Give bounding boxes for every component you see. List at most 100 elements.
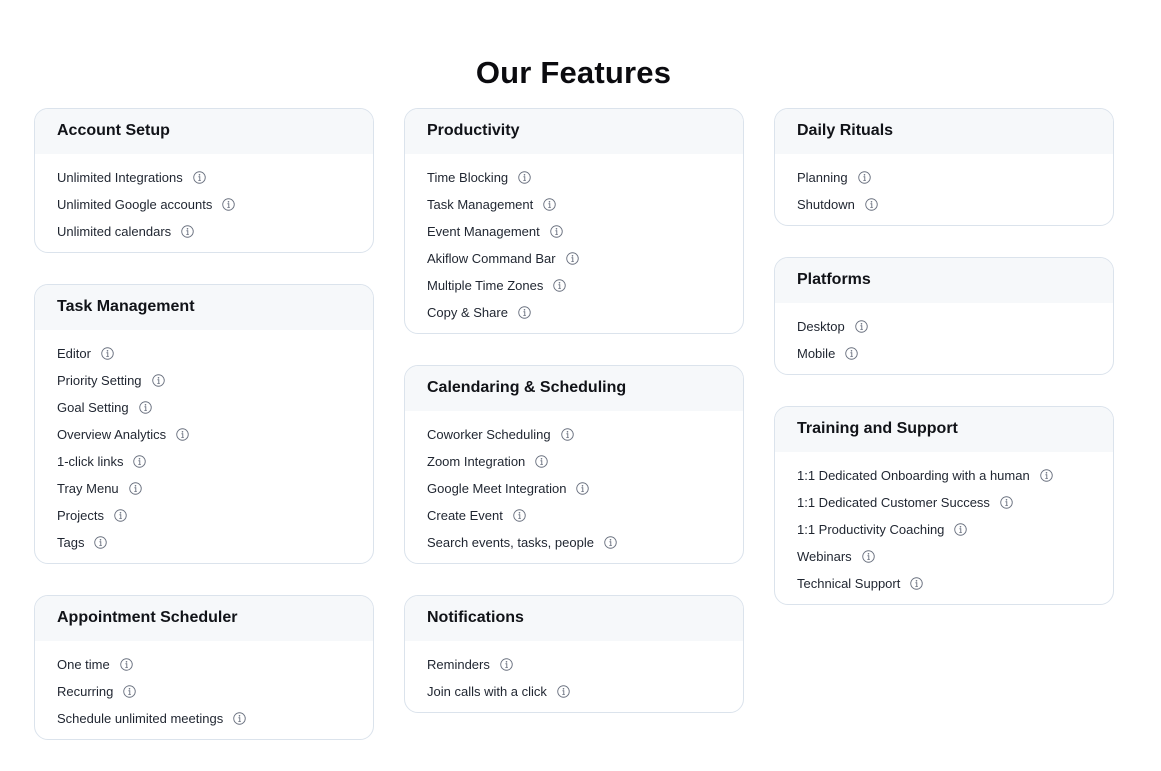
feature-label: Unlimited Integrations: [57, 170, 183, 185]
info-circle-icon[interactable]: [553, 279, 567, 292]
feature-card-training-and-support: Training and Support 1:1 Dedicated Onboar…: [774, 406, 1114, 605]
info-circle-icon[interactable]: [560, 428, 574, 441]
info-circle-icon[interactable]: [233, 712, 246, 725]
feature-card-appointment-scheduler: Appointment Scheduler One time Recurring Sc…: [34, 595, 374, 740]
info-circle-icon[interactable]: [133, 455, 147, 468]
feature-item: Recurring: [57, 678, 351, 705]
feature-item: Mobile: [797, 340, 1091, 367]
feature-label: Zoom Integration: [427, 454, 526, 469]
page-title: Our Features: [475, 54, 672, 90]
feature-item: Coworker Scheduling: [427, 421, 721, 448]
feature-card-calendaring-and-scheduling: Calendaring & Scheduling Coworker Schedul…: [404, 365, 744, 564]
feature-item: Projects: [57, 502, 351, 529]
feature-card-daily-rituals: Daily Rituals Planning Shutdown: [774, 108, 1114, 226]
feature-label: Unlimited Google accounts: [57, 197, 213, 212]
info-circle-icon[interactable]: [854, 320, 868, 333]
feature-item: Multiple Time Zones: [427, 272, 721, 299]
feature-item: Event Management: [427, 218, 721, 245]
info-circle-icon[interactable]: [1039, 469, 1053, 482]
info-circle-icon[interactable]: [151, 374, 165, 387]
info-circle-icon[interactable]: [604, 536, 617, 549]
feature-list: Reminders Join calls with a click: [405, 641, 743, 712]
feature-item: Desktop: [797, 313, 1091, 340]
feature-list: Editor Priority Setting Goal Setting Overvi…: [35, 330, 373, 563]
info-circle-icon[interactable]: [176, 428, 189, 441]
feature-label: Goal Setting: [57, 400, 129, 415]
info-circle-icon[interactable]: [513, 509, 526, 522]
feature-label: 1:1 Dedicated Customer Success: [797, 495, 990, 510]
card-title: Platforms: [775, 258, 1113, 303]
feature-item: Priority Setting: [57, 367, 351, 394]
feature-label: Akiflow Command Bar: [427, 251, 556, 266]
feature-item: Editor: [57, 340, 351, 367]
info-circle-icon[interactable]: [557, 685, 570, 698]
feature-label: Recurring: [57, 684, 114, 699]
feature-label: Search events, tasks, people: [427, 535, 594, 550]
feature-label: Create Event: [427, 508, 503, 523]
feature-list: Unlimited Integrations Unlimited Google a…: [35, 154, 373, 252]
feature-label: Google Meet Integration: [427, 481, 567, 496]
info-circle-icon[interactable]: [94, 536, 108, 549]
feature-label: Schedule unlimited meetings: [57, 711, 224, 726]
card-title: Training and Support: [775, 407, 1113, 452]
info-circle-icon[interactable]: [518, 171, 531, 184]
info-circle-icon[interactable]: [954, 523, 968, 536]
feature-item: Unlimited Google accounts: [57, 191, 351, 218]
card-title: Notifications: [405, 596, 743, 641]
info-circle-icon[interactable]: [857, 171, 871, 184]
card-title: Calendaring & Scheduling: [405, 366, 743, 411]
feature-list: Time Blocking Task Management Event Manage…: [405, 154, 743, 333]
info-circle-icon[interactable]: [114, 509, 127, 522]
feature-item: 1-click links: [57, 448, 351, 475]
feature-item: Create Event: [427, 502, 721, 529]
feature-card-productivity: Productivity Time Blocking Task Management…: [404, 108, 744, 334]
feature-label: 1:1 Dedicated Onboarding with a human: [797, 468, 1030, 483]
info-circle-icon[interactable]: [910, 577, 924, 590]
card-title: Task Management: [35, 285, 373, 330]
info-circle-icon[interactable]: [222, 198, 236, 211]
feature-item: 1:1 Dedicated Customer Success: [797, 489, 1091, 516]
feature-label: Shutdown: [797, 197, 855, 212]
feature-item: Search events, tasks, people: [427, 529, 721, 556]
feature-item: Tags: [57, 529, 351, 556]
feature-label: Tray Menu: [57, 481, 119, 496]
info-circle-icon[interactable]: [193, 171, 206, 184]
feature-label: Time Blocking: [427, 170, 509, 185]
feature-label: Planning: [797, 170, 848, 185]
info-circle-icon[interactable]: [1000, 496, 1013, 509]
feature-item: Akiflow Command Bar: [427, 245, 721, 272]
info-circle-icon[interactable]: [543, 198, 556, 211]
info-circle-icon[interactable]: [861, 550, 875, 563]
info-circle-icon[interactable]: [518, 306, 531, 319]
info-circle-icon[interactable]: [500, 658, 513, 671]
feature-item: Unlimited calendars: [57, 218, 351, 245]
feature-card-platforms: Platforms Desktop Mobile: [774, 257, 1114, 375]
feature-label: One time: [57, 657, 110, 672]
feature-label: Overview Analytics: [57, 427, 167, 442]
feature-item: Overview Analytics: [57, 421, 351, 448]
info-circle-icon[interactable]: [138, 401, 152, 414]
info-circle-icon[interactable]: [120, 658, 133, 671]
feature-item: Schedule unlimited meetings: [57, 705, 351, 732]
info-circle-icon[interactable]: [181, 225, 194, 238]
feature-card-notifications: Notifications Reminders Join calls with a …: [404, 595, 744, 713]
feature-label: Priority Setting: [57, 373, 142, 388]
feature-list: Desktop Mobile: [775, 303, 1113, 374]
info-circle-icon[interactable]: [550, 225, 563, 238]
info-circle-icon[interactable]: [576, 482, 590, 495]
feature-item: Tray Menu: [57, 475, 351, 502]
feature-label: Webinars: [797, 549, 852, 564]
feature-item: Time Blocking: [427, 164, 721, 191]
feature-label: Coworker Scheduling: [427, 427, 551, 442]
feature-item: 1:1 Productivity Coaching: [797, 516, 1091, 543]
info-circle-icon[interactable]: [565, 252, 579, 265]
info-circle-icon[interactable]: [535, 455, 549, 468]
feature-list: One time Recurring Schedule unlimited meet…: [35, 641, 373, 739]
feature-label: Projects: [57, 508, 104, 523]
info-circle-icon[interactable]: [845, 347, 859, 360]
info-circle-icon[interactable]: [128, 482, 142, 495]
info-circle-icon[interactable]: [123, 685, 137, 698]
info-circle-icon[interactable]: [865, 198, 878, 211]
info-circle-icon[interactable]: [101, 347, 114, 360]
feature-item: Unlimited Integrations: [57, 164, 351, 191]
